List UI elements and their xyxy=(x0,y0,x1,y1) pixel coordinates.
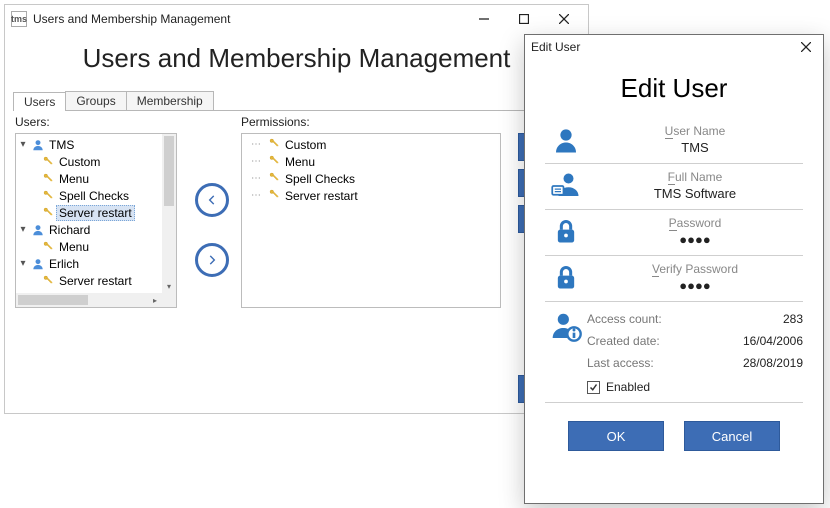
scroll-down-icon[interactable]: ▾ xyxy=(162,279,176,293)
user-info-icon xyxy=(545,308,587,394)
user-icon xyxy=(30,223,46,237)
user-icon xyxy=(545,125,587,155)
field-password[interactable]: Password ●●●● xyxy=(545,210,803,256)
tab-groups[interactable]: Groups xyxy=(65,91,126,110)
users-tree[interactable]: ▾ TMS Custom Menu Spell Checks Server re… xyxy=(15,133,177,308)
dialog-close-button[interactable] xyxy=(795,37,817,57)
perm-item[interactable]: ⋯Server restart xyxy=(246,187,496,204)
lock-icon xyxy=(545,218,587,246)
user-icon xyxy=(30,138,46,152)
permissions-label: Permissions: xyxy=(241,115,310,129)
user-card-icon xyxy=(545,171,587,201)
info-last-access: Last access: 28/08/2019 xyxy=(587,352,803,374)
key-icon xyxy=(268,137,281,153)
tree-user-tms[interactable]: ▾ TMS xyxy=(16,136,162,153)
password-value[interactable]: ●●●● xyxy=(587,232,803,247)
checkbox-icon[interactable] xyxy=(587,381,600,394)
verify-label: Verify Password xyxy=(587,262,803,276)
dialog-heading: Edit User xyxy=(525,59,823,118)
username-value[interactable]: TMS xyxy=(587,140,803,155)
key-icon xyxy=(40,274,56,287)
key-icon xyxy=(40,206,56,219)
enabled-label: Enabled xyxy=(606,380,650,394)
field-fullname[interactable]: Full Name TMS Software xyxy=(545,164,803,210)
cancel-button[interactable]: Cancel xyxy=(684,421,780,451)
main-close-button[interactable] xyxy=(544,6,584,32)
password-label: Password xyxy=(587,216,803,230)
scroll-corner xyxy=(162,293,176,307)
tree-perm[interactable]: Spell Checks xyxy=(16,187,162,204)
perm-item[interactable]: ⋯Custom xyxy=(246,136,496,153)
tree-perm[interactable]: Menu xyxy=(16,238,162,255)
scroll-thumb[interactable] xyxy=(164,136,174,206)
info-block: Access count: 283 Created date: 16/04/20… xyxy=(545,302,803,403)
main-window: tms Users and Membership Management User… xyxy=(4,4,589,414)
key-icon xyxy=(40,172,56,185)
dialog-title: Edit User xyxy=(531,40,795,54)
dialog-titlebar[interactable]: Edit User xyxy=(525,35,823,59)
lock-icon xyxy=(545,264,587,292)
enabled-checkbox-row[interactable]: Enabled xyxy=(587,374,803,394)
move-left-button[interactable] xyxy=(195,183,229,217)
page-title: Users and Membership Management xyxy=(5,33,588,88)
key-icon xyxy=(40,189,56,202)
field-username[interactable]: User Name TMS xyxy=(545,118,803,164)
verify-value[interactable]: ●●●● xyxy=(587,278,803,293)
key-icon xyxy=(40,155,56,168)
tabstrip: Users Groups Membership xyxy=(5,88,588,110)
scroll-thumb[interactable] xyxy=(18,295,88,305)
tab-body-users: Users: Permissions: ▾ TMS Custom Menu Sp… xyxy=(5,111,588,361)
perm-item[interactable]: ⋯Spell Checks xyxy=(246,170,496,187)
user-icon xyxy=(30,257,46,271)
tree-perm[interactable]: Custom xyxy=(16,153,162,170)
tree-user-erlich[interactable]: ▾ Erlich xyxy=(16,255,162,272)
scroll-right-icon[interactable]: ▸ xyxy=(148,293,162,307)
expand-icon[interactable]: ▾ xyxy=(16,224,30,235)
tree-user-richard[interactable]: ▾ Richard xyxy=(16,221,162,238)
tree-perm[interactable]: Server restart xyxy=(16,272,162,289)
expand-icon[interactable]: ▾ xyxy=(16,258,30,269)
info-access-count: Access count: 283 xyxy=(587,308,803,330)
key-icon xyxy=(268,188,281,204)
main-titlebar[interactable]: tms Users and Membership Management xyxy=(5,5,588,33)
key-icon xyxy=(40,240,56,253)
ok-button[interactable]: OK xyxy=(568,421,664,451)
tree-perm[interactable]: Menu xyxy=(16,170,162,187)
tree-vscrollbar[interactable]: ▴ ▾ xyxy=(162,134,176,293)
window-title: Users and Membership Management xyxy=(33,12,464,26)
perm-item[interactable]: ⋯Menu xyxy=(246,153,496,170)
fullname-label: Full Name xyxy=(587,170,803,184)
tree-hscrollbar[interactable]: ◂ ▸ xyxy=(16,293,162,307)
username-label: User Name xyxy=(587,124,803,138)
tab-membership[interactable]: Membership xyxy=(126,91,214,110)
tree-perm-selected[interactable]: Server restart xyxy=(16,204,162,221)
maximize-button[interactable] xyxy=(504,6,544,32)
field-verify-password[interactable]: Verify Password ●●●● xyxy=(545,256,803,302)
key-icon xyxy=(268,171,281,187)
minimize-button[interactable] xyxy=(464,6,504,32)
permissions-list[interactable]: ⋯Custom ⋯Menu ⋯Spell Checks ⋯Server rest… xyxy=(241,133,501,308)
info-created-date: Created date: 16/04/2006 xyxy=(587,330,803,352)
move-right-button[interactable] xyxy=(195,243,229,277)
edit-user-dialog: Edit User Edit User User Name TMS Full N… xyxy=(524,34,824,504)
fullname-value[interactable]: TMS Software xyxy=(587,186,803,201)
tab-users[interactable]: Users xyxy=(13,92,66,111)
expand-icon[interactable]: ▾ xyxy=(16,139,30,150)
app-icon: tms xyxy=(11,11,27,27)
key-icon xyxy=(268,154,281,170)
users-label: Users: xyxy=(15,115,50,129)
